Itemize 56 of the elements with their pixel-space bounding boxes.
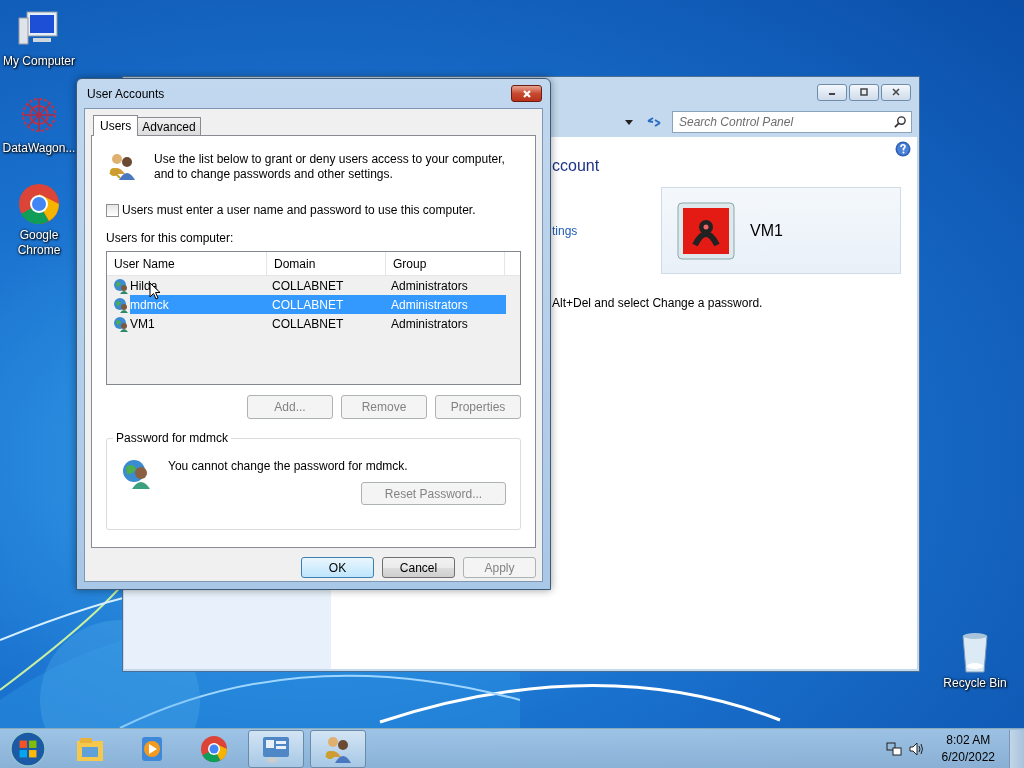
help-icon[interactable] xyxy=(895,141,911,157)
close-button[interactable] xyxy=(511,85,542,102)
list-row[interactable]: VM1 COLLABNET Administrators xyxy=(130,314,506,333)
maximize-button[interactable] xyxy=(849,83,879,101)
icon-label: Recycle Bin xyxy=(943,676,1007,691)
user-globe-icon xyxy=(113,315,129,332)
maximize-icon xyxy=(859,87,869,97)
account-name: VM1 xyxy=(750,221,783,240)
icon-label: Google Chrome xyxy=(17,228,61,258)
column-header[interactable]: Group xyxy=(386,252,505,275)
close-icon xyxy=(891,87,901,97)
start-button[interactable] xyxy=(9,730,47,768)
minimize-button[interactable] xyxy=(817,83,847,101)
icon-label: DataWagon... xyxy=(2,141,76,156)
description-text: Use the list below to grant or deny users access to your computer, and to change passwords and other settings. xyxy=(154,152,505,182)
user-globe-icon xyxy=(113,296,129,313)
table-cell: COLLABNET xyxy=(272,297,344,312)
dialog-button[interactable]: Cancel xyxy=(382,557,455,578)
group-title: Password for mdmck xyxy=(113,431,232,445)
settings-link[interactable]: tings xyxy=(552,223,578,238)
password-message: You cannot change the password for mdmck. xyxy=(168,459,408,473)
table-cell: COLLABNET xyxy=(272,278,344,293)
close-button[interactable] xyxy=(881,83,911,101)
table-cell: VM1 xyxy=(130,316,155,331)
taskbar-button[interactable] xyxy=(248,730,304,768)
checkbox[interactable] xyxy=(106,203,119,217)
icon-label: My Computer xyxy=(3,54,75,69)
table-cell: COLLABNET xyxy=(272,316,344,331)
close-icon xyxy=(520,88,533,99)
volume-icon[interactable] xyxy=(907,741,924,757)
tab[interactable]: Users xyxy=(93,115,139,136)
column-header[interactable]: User Name xyxy=(107,252,267,275)
search-icon[interactable] xyxy=(894,115,907,128)
dialog-button[interactable]: OK xyxy=(301,557,374,578)
section-label: Users for this computer: xyxy=(106,231,235,245)
search-field[interactable]: Search Control Panel xyxy=(672,111,912,133)
user-avatar-icon xyxy=(676,200,736,261)
table-cell: Administrators xyxy=(391,278,468,293)
checkbox-label: Users must enter a user name and password to use this computer. xyxy=(122,203,476,217)
chrome-icon xyxy=(198,733,230,765)
dropdown-arrow-icon[interactable] xyxy=(624,117,634,127)
column-header[interactable]: Domain xyxy=(267,252,386,275)
instruction-text: Alt+Del and select Change a password. xyxy=(552,296,764,310)
page-heading: ccount xyxy=(552,157,601,175)
window-title: User Accounts xyxy=(86,86,165,101)
table-cell: Administrators xyxy=(391,316,468,331)
clock-date[interactable]: 6/20/2022 xyxy=(941,749,995,766)
table-cell: Administrators xyxy=(391,297,468,312)
refresh-icon[interactable] xyxy=(646,114,662,130)
tab[interactable]: Advanced xyxy=(137,117,201,135)
user-globe-icon xyxy=(113,277,129,294)
user-globe-icon xyxy=(121,457,153,489)
taskbar-button[interactable] xyxy=(310,730,366,768)
network-icon[interactable] xyxy=(885,741,902,757)
clock-time[interactable]: 8:02 AM xyxy=(946,732,991,749)
table-cell: mdmck xyxy=(130,297,169,312)
